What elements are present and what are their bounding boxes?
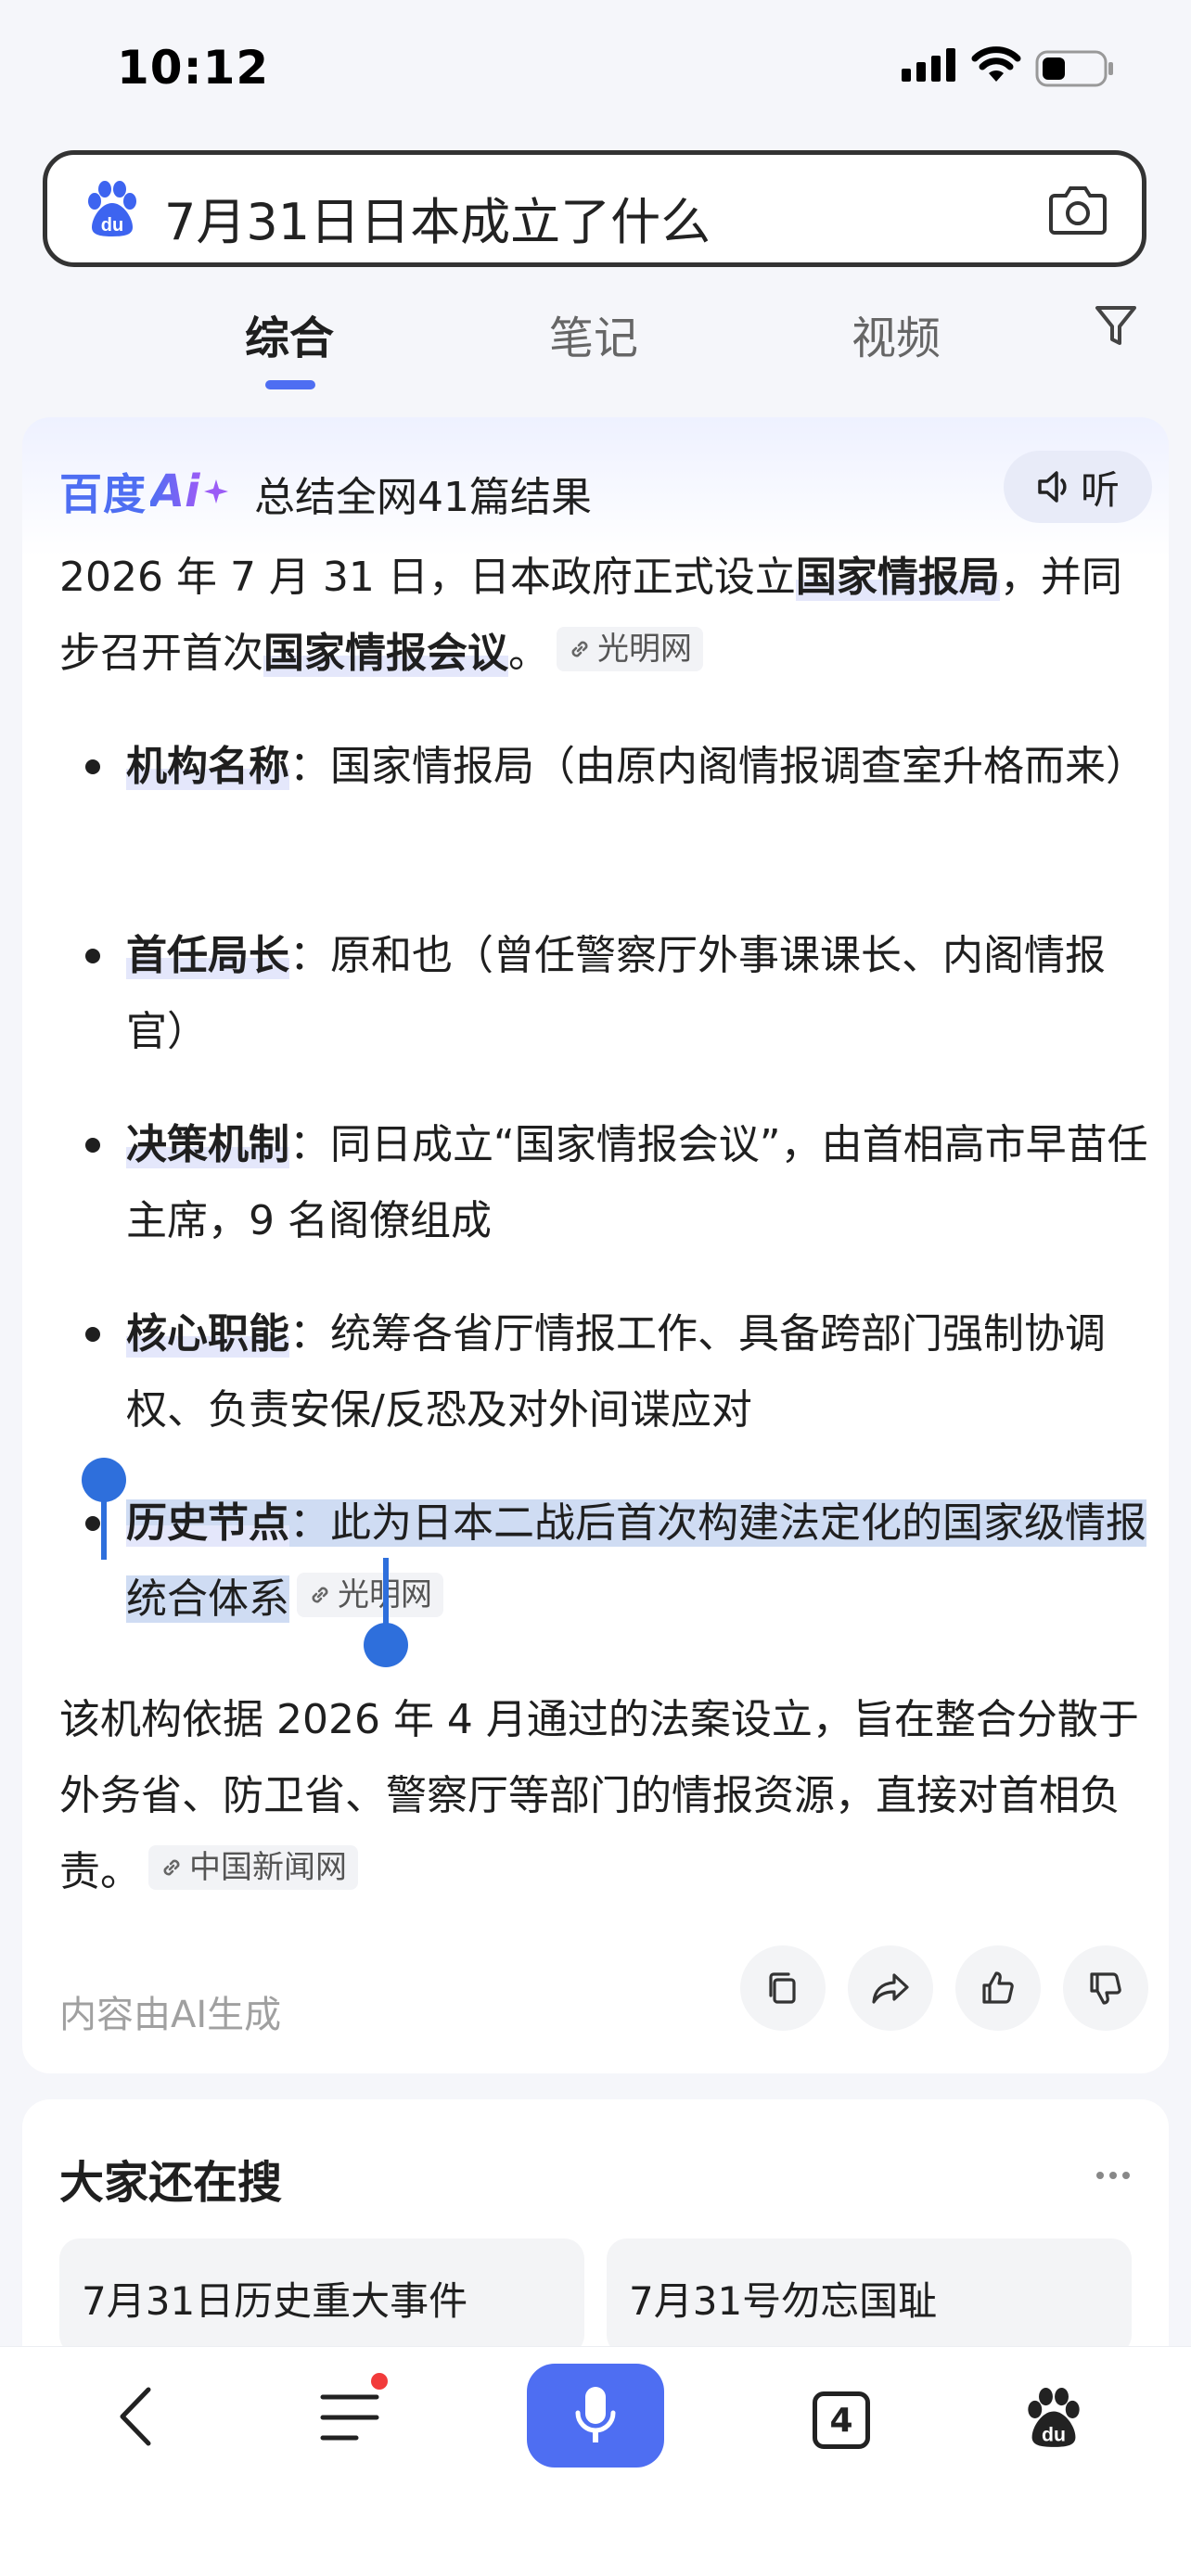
tab-videos[interactable]: 视频	[852, 301, 941, 366]
link-icon	[312, 1587, 328, 1603]
also-searched-title: 大家还在搜	[59, 2157, 283, 2209]
search-input[interactable]: 7月31日日本成立了什么	[164, 181, 711, 254]
intro-highlight-1: 国家情报局	[795, 554, 1000, 601]
menu-icon[interactable]	[319, 2391, 380, 2443]
active-tab-indicator	[265, 380, 315, 389]
bullet-label: 核心职能	[126, 1310, 289, 1358]
bullet-label: 首任局长	[126, 932, 289, 979]
search-box[interactable]: du 7月31日日本成立了什么	[43, 150, 1146, 267]
share-button[interactable]	[848, 1945, 933, 2031]
sparkle-icon	[203, 479, 228, 504]
svg-text:du: du	[101, 215, 123, 236]
bullet-item: 首任局长：原和也（曾任警察厅外事课课长、内阁情报官）	[59, 918, 1154, 1070]
ai-summary-text: 总结全网41篇结果	[254, 474, 592, 521]
ai-brand-text: 百度	[59, 469, 147, 519]
microphone-icon	[575, 2387, 616, 2442]
tab-all[interactable]: 综合	[245, 301, 334, 366]
notification-dot	[371, 2373, 388, 2390]
cellular-signal-icon	[902, 48, 955, 82]
thumbs-down-icon	[1090, 1972, 1121, 2005]
bullet-item: 核心职能：统筹各省厅情报工作、具备跨部门强制协调权、负责安保/反恐及对外间谍应对	[59, 1296, 1154, 1448]
bullet-text: ：国家情报局（由原内阁情报调查室升格而来）	[289, 743, 1146, 790]
status-time: 10:12	[117, 41, 270, 95]
bullet-label: 历史节点	[126, 1499, 289, 1547]
source-tag[interactable]: 中国新闻网	[148, 1845, 358, 1890]
copy-icon	[769, 1972, 796, 2004]
link-icon	[163, 1859, 180, 1876]
tabs-count-button[interactable]: 4	[813, 2391, 870, 2449]
listen-button[interactable]: 听	[1004, 451, 1152, 523]
source-label: 中国新闻网	[189, 1849, 347, 1886]
tab-notes[interactable]: 笔记	[549, 301, 638, 366]
camera-icon[interactable]	[1049, 183, 1107, 235]
intro-text-1: 2026 年 7 月 31 日，日本政府正式设立	[59, 554, 796, 601]
tabs-count: 4	[829, 2401, 853, 2440]
baidu-paw-logo-icon: du	[88, 181, 136, 236]
bullet-dot	[85, 1327, 100, 1342]
bullet-label: 机构名称	[126, 743, 289, 790]
bottom-toolbar: 4 du	[0, 2346, 1191, 2576]
bullet-dot	[85, 759, 100, 774]
back-icon[interactable]	[109, 2384, 165, 2449]
intro-text-3: 。	[508, 630, 549, 677]
ai-brand-ai: Ai	[150, 465, 200, 517]
svg-text:du: du	[1042, 2423, 1066, 2445]
speaker-icon	[1038, 471, 1067, 503]
thumbs-up-icon	[982, 1971, 1014, 2004]
link-icon	[571, 641, 588, 657]
status-bar: 10:12	[0, 0, 1191, 139]
ai-generated-note: 内容由AI生成	[59, 1994, 282, 2036]
source-label: 光明网	[597, 631, 692, 668]
related-search-item[interactable]: 7月31号勿忘国耻	[607, 2238, 1132, 2355]
more-options-icon[interactable]	[1095, 2170, 1132, 2181]
selection-start-handle[interactable]	[59, 1456, 148, 1560]
filter-icon[interactable]	[1095, 304, 1137, 349]
selection-end-handle[interactable]	[341, 1558, 430, 1669]
bullet-dot	[85, 1138, 100, 1153]
share-icon	[872, 1973, 909, 2004]
intro-highlight-2: 国家情报会议	[263, 630, 508, 677]
bullet-item: 机构名称：国家情报局（由原内阁情报调查室升格而来）	[59, 729, 1154, 805]
bullet-item-selected[interactable]: 历史节点：此为日本二战后首次构建法定化的国家级情报统合体系光明网	[59, 1486, 1154, 1638]
related-search-item[interactable]: 7月31日历史重大事件	[59, 2238, 584, 2355]
ai-answer-card: 百度 Ai 总结全网41篇结果 听 2026 年 7 月 31 日，日本政府正式…	[22, 417, 1169, 2073]
ai-closing-paragraph: 该机构依据 2026 年 4 月通过的法案设立，旨在整合分散于外务省、防卫省、警…	[59, 1682, 1154, 1910]
copy-button[interactable]	[740, 1945, 826, 2031]
baidu-home-icon[interactable]: du	[1024, 2388, 1083, 2449]
ai-brand-logo: 百度 Ai	[59, 464, 230, 519]
bullet-dot	[85, 949, 100, 963]
listen-label: 听	[1080, 466, 1120, 513]
dislike-button[interactable]	[1063, 1945, 1148, 2031]
like-button[interactable]	[955, 1945, 1041, 2031]
battery-icon	[1035, 50, 1113, 87]
source-tag[interactable]: 光明网	[557, 627, 703, 671]
voice-search-button[interactable]	[527, 2364, 664, 2468]
wifi-icon	[971, 46, 1021, 82]
bullet-item: 决策机制：同日成立“国家情报会议”，由首相高市早苗任主席，9 名阁僚组成	[59, 1107, 1154, 1259]
ai-intro-paragraph: 2026 年 7 月 31 日，日本政府正式设立国家情报局，并同步召开首次国家情…	[59, 540, 1154, 692]
bullet-label: 决策机制	[126, 1121, 289, 1168]
